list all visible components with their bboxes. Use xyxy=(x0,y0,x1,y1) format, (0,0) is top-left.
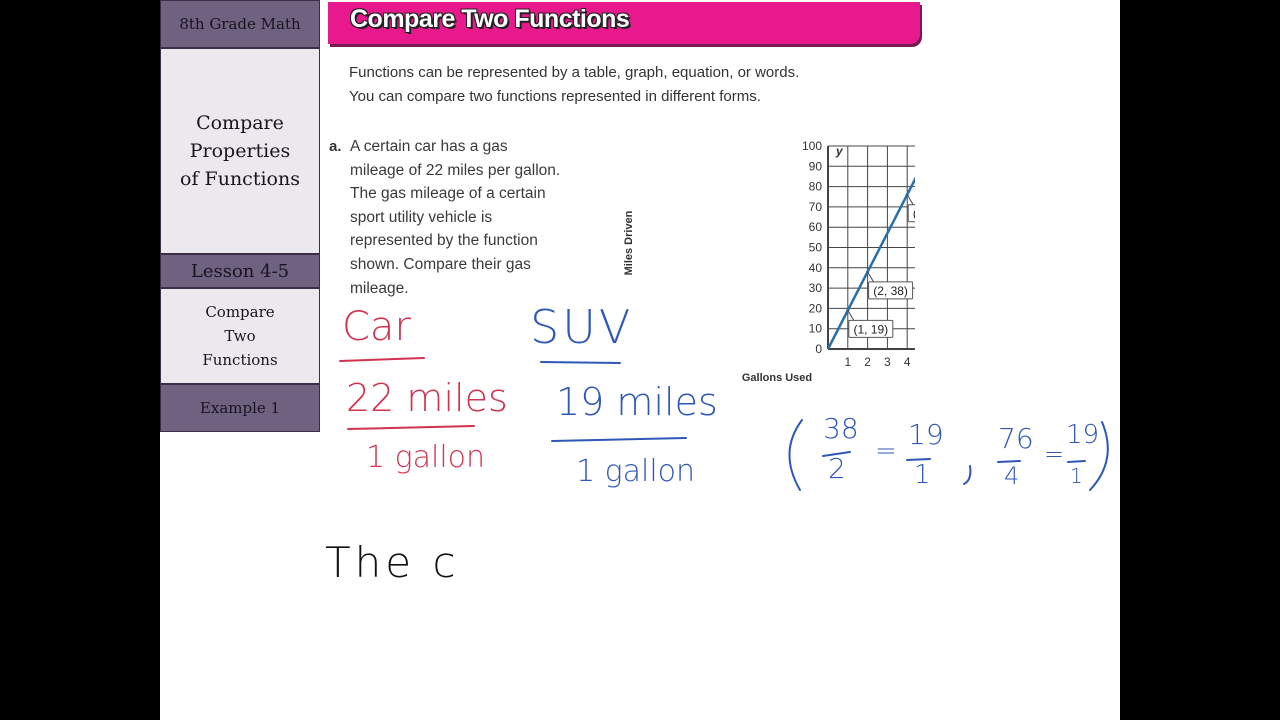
car-underline xyxy=(339,357,425,362)
x-tick-label: 4 xyxy=(904,355,911,369)
lesson-text: Lesson 4-5 xyxy=(190,260,290,282)
chart-grid xyxy=(827,145,915,350)
car-heading: Car xyxy=(342,304,411,350)
y-tick-label: 50 xyxy=(809,241,823,255)
question-line: The gas mileage of a certain xyxy=(350,185,546,202)
ratio1-numerator: 38 xyxy=(823,412,859,445)
equals-sign: = xyxy=(1044,440,1065,468)
x-tick-label: 1 xyxy=(844,355,851,369)
suv-underline xyxy=(540,361,621,364)
question-line: sport utility vehicle is xyxy=(350,209,493,226)
x-tick-labels: 12345678910 xyxy=(844,355,911,369)
y-tick-label: 100 xyxy=(802,139,822,153)
y-axis-letter: y xyxy=(835,144,844,158)
x-tick-label: 3 xyxy=(884,355,891,369)
topic-panel: Compare Properties of Functions xyxy=(160,48,320,254)
suv-fraction-bar xyxy=(551,437,687,442)
course-text: 8th Grade Math xyxy=(179,15,301,33)
y-tick-label: 40 xyxy=(809,261,823,275)
question-line: A certain car has a gas xyxy=(350,138,508,155)
y-tick-label: 90 xyxy=(809,159,823,173)
y-tick-label: 70 xyxy=(809,200,823,214)
y-tick-labels: 0 10 20 30 40 50 60 70 80 90 100 xyxy=(802,139,822,356)
question-line: mileage of 22 miles per gallon. xyxy=(350,162,561,179)
course-label: 8th Grade Math xyxy=(160,0,320,48)
topic-line: Properties xyxy=(189,140,291,162)
car-fraction-bar xyxy=(347,425,475,430)
question-line: represented by the function xyxy=(350,232,538,249)
intro-line-2: You can compare two functions represente… xyxy=(349,88,761,105)
suv-numerator: 19 miles xyxy=(556,380,718,424)
suv-heading: SUV xyxy=(530,300,634,354)
car-denominator: 1 gallon xyxy=(366,440,486,475)
lesson-label: Lesson 4-5 xyxy=(160,254,320,288)
x-axis-title: Gallons Used xyxy=(742,372,812,384)
intro-line-1: Functions can be represented by a table,… xyxy=(349,64,800,81)
ratio4-numerator: 19 xyxy=(1066,420,1100,450)
ratio1-denominator: 2 xyxy=(828,452,846,485)
ratio2-denominator: 1 xyxy=(914,460,931,490)
y-axis-title: Miles Driven xyxy=(623,210,635,275)
comma-stroke xyxy=(963,465,972,485)
ratio4-denominator: 1 xyxy=(1070,464,1083,488)
callout-pointer xyxy=(847,310,855,321)
question-line: mileage. xyxy=(350,280,409,297)
ratio4-bar xyxy=(1067,460,1086,463)
example-text: Example 1 xyxy=(199,399,281,417)
y-tick-label: 80 xyxy=(809,180,823,194)
subtopic-line: Functions xyxy=(202,351,278,369)
subtopic-line: Compare xyxy=(205,303,275,321)
callout-pointer xyxy=(867,271,875,283)
y-tick-label: 10 xyxy=(809,322,823,336)
ratio2-numerator: 19 xyxy=(908,418,944,451)
title-banner: Compare Two Functions xyxy=(328,2,920,44)
y-tick-label: 0 xyxy=(815,342,822,356)
y-tick-label: 20 xyxy=(809,301,823,315)
car-numerator: 22 miles xyxy=(346,376,508,420)
suv-denominator: 1 gallon xyxy=(576,454,696,489)
y-tick-label: 30 xyxy=(809,281,823,295)
question-line: shown. Compare their gas xyxy=(350,256,531,273)
point-label: (2, 38) xyxy=(873,284,908,298)
mileage-graph: 0 10 20 30 40 50 60 70 80 90 100 12345678910 (1, 1… xyxy=(623,139,915,384)
chart-series xyxy=(826,176,915,350)
ratio3-denominator: 4 xyxy=(1004,462,1020,490)
subtopic-panel: Compare Two Functions xyxy=(160,288,320,384)
x-tick-label: 2 xyxy=(864,355,871,369)
topic-line: Compare xyxy=(196,112,284,134)
ratio3-numerator: 76 xyxy=(998,422,1034,455)
point-label: (1, 19) xyxy=(853,322,888,336)
callout-pointer xyxy=(906,194,914,205)
example-label: Example 1 xyxy=(160,384,320,432)
topic-line: of Functions xyxy=(180,168,300,190)
conclusion-text: The c xyxy=(325,538,460,587)
question-label: a. xyxy=(329,138,342,155)
lesson-slide: 8th Grade Math Compare Properties of Fun… xyxy=(160,0,1120,720)
open-paren-stroke xyxy=(788,419,803,491)
page-title: Compare Two Functions xyxy=(350,5,630,33)
point-label: (4, 76) xyxy=(913,207,915,221)
chart-points: (1, 19) (2, 38) (4, 76) xyxy=(846,193,915,338)
subtopic-line: Two xyxy=(224,327,256,345)
equals-sign: = xyxy=(875,436,897,466)
y-tick-label: 60 xyxy=(809,220,823,234)
